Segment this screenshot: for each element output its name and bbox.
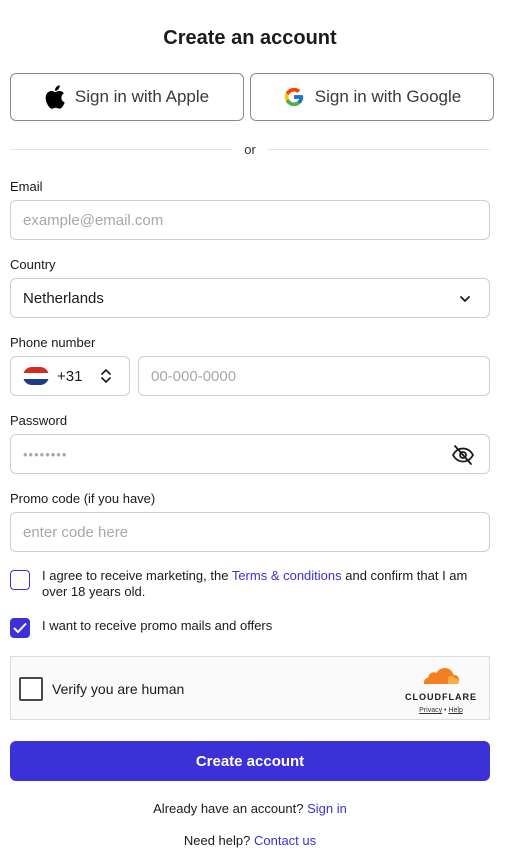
country-select[interactable]: Netherlands xyxy=(10,278,490,318)
captcha-widget: Verify you are human CLOUDFLARE Privacy … xyxy=(10,656,490,720)
email-label: Email xyxy=(10,179,43,194)
create-account-button[interactable]: Create account xyxy=(10,741,490,781)
captcha-text: Verify you are human xyxy=(52,681,185,697)
password-masked-value: •••••••• xyxy=(23,446,68,462)
marketing-text-prefix: I agree to receive marketing, the xyxy=(42,568,232,583)
privacy-link[interactable]: Privacy xyxy=(419,707,442,714)
promo-placeholder: enter code here xyxy=(23,523,129,541)
country-label: Country xyxy=(10,257,56,272)
marketing-consent-checkbox[interactable] xyxy=(10,570,30,590)
sign-in-google-label: Sign in with Google xyxy=(314,87,462,106)
cloudflare-wordmark: CLOUDFLARE xyxy=(405,692,477,702)
chevron-down-icon xyxy=(459,292,471,309)
apple-icon xyxy=(45,85,65,109)
help-prompt-text: Need help? xyxy=(183,833,251,848)
help-prompt-row: Need help? Contact us xyxy=(0,833,500,848)
captcha-checkbox[interactable] xyxy=(19,677,43,701)
checkmark-icon xyxy=(13,623,27,633)
cloudflare-cloud-icon xyxy=(422,668,460,689)
email-input[interactable]: example@email.com xyxy=(10,200,490,240)
marketing-consent-text: I agree to receive marketing, the Terms … xyxy=(42,568,490,600)
phone-number-input[interactable]: 00-000-0000 xyxy=(138,356,490,396)
promo-label: Promo code (if you have) xyxy=(10,491,156,506)
promo-code-input[interactable]: enter code here xyxy=(10,512,490,552)
promo-consent-checkbox[interactable] xyxy=(10,618,30,638)
help-link[interactable]: Help xyxy=(448,707,462,714)
phone-code-value: +31 xyxy=(57,367,83,385)
phone-placeholder: 00-000-0000 xyxy=(151,367,237,385)
promo-consent-text: I want to receive promo mails and offers xyxy=(42,618,273,633)
signin-prompt-row: Already have an account? Sign in xyxy=(0,801,500,816)
netherlands-flag-icon xyxy=(23,367,49,385)
phone-label: Phone number xyxy=(10,335,96,350)
terms-link[interactable]: Terms & conditions xyxy=(232,568,342,583)
email-placeholder: example@email.com xyxy=(23,211,164,229)
up-down-chevron-icon xyxy=(99,367,113,389)
password-label: Password xyxy=(10,413,68,428)
captcha-links: Privacy • Help xyxy=(401,707,481,714)
promo-consent-row: I want to receive promo mails and offers xyxy=(10,616,490,638)
google-icon xyxy=(283,86,305,108)
sign-in-link[interactable]: Sign in xyxy=(307,801,347,816)
contact-us-link[interactable]: Contact us xyxy=(254,833,316,848)
password-input[interactable]: •••••••• xyxy=(10,434,490,474)
phone-country-code-select[interactable]: +31 xyxy=(10,356,130,396)
sign-in-apple-label: Sign in with Apple xyxy=(74,87,210,106)
page-title: Create an account xyxy=(163,27,337,49)
or-divider: or xyxy=(10,142,490,158)
cloudflare-brand: CLOUDFLARE Privacy • Help xyxy=(401,667,481,714)
signin-prompt-text: Already have an account? xyxy=(153,801,304,816)
links-separator: • xyxy=(444,707,447,714)
country-value: Netherlands xyxy=(23,289,104,307)
eye-off-icon[interactable] xyxy=(451,444,475,470)
divider-line-right xyxy=(268,149,490,150)
sign-in-google-button[interactable]: Sign in with Google xyxy=(250,73,494,121)
marketing-consent-row: I agree to receive marketing, the Terms … xyxy=(10,568,490,600)
sign-in-apple-button[interactable]: Sign in with Apple xyxy=(10,73,244,121)
